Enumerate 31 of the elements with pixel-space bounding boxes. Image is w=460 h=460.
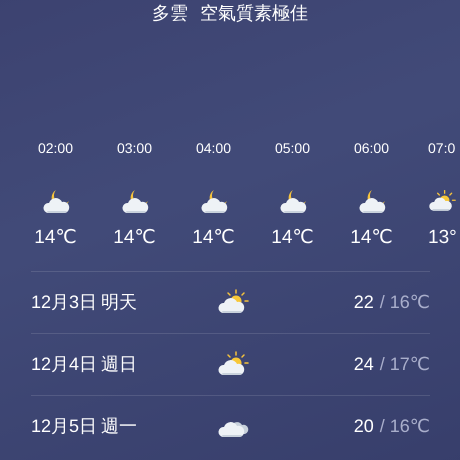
day-name: 明天 [101,291,138,314]
hour-time: 07:0 [428,139,456,157]
weather-condition: 多雲 [152,2,188,24]
hour-temperature: 13° [428,227,457,249]
hour-temperature: 14℃ [271,227,314,249]
low-temperature: / 17℃ [380,353,430,376]
hour-time: 05:00 [274,139,310,157]
low-temperature: / 16℃ [380,415,430,438]
hour-temperature: 14℃ [350,227,393,249]
high-temperature: 20 [354,415,374,438]
air-quality: 空氣質素極佳 [200,2,308,24]
moon-cloud-icon [200,189,228,215]
moon-cloud-icon [120,189,148,215]
high-temperature: 22 [354,291,374,314]
day-date: 12月5日 [31,415,98,438]
hour-time: 06:00 [354,139,390,157]
high-temperature: 24 [354,353,374,376]
day-date: 12月3日 [31,291,98,314]
hour-time: 04:00 [196,139,232,157]
low-temperature: / 16℃ [380,291,430,314]
hour-temperature: 14℃ [34,227,77,249]
hour-time: 03:00 [116,139,152,157]
day-name: 週一 [101,415,138,438]
moon-cloud-icon [278,189,306,215]
hour-time: 02:00 [38,139,74,157]
day-date: 12月4日 [31,353,98,376]
hour-temperature: 14℃ [192,227,235,249]
moon-cloud-icon [358,189,386,215]
hour-temperature: 14℃ [113,227,156,249]
day-name: 週日 [101,353,138,376]
moon-cloud-icon [42,189,70,215]
